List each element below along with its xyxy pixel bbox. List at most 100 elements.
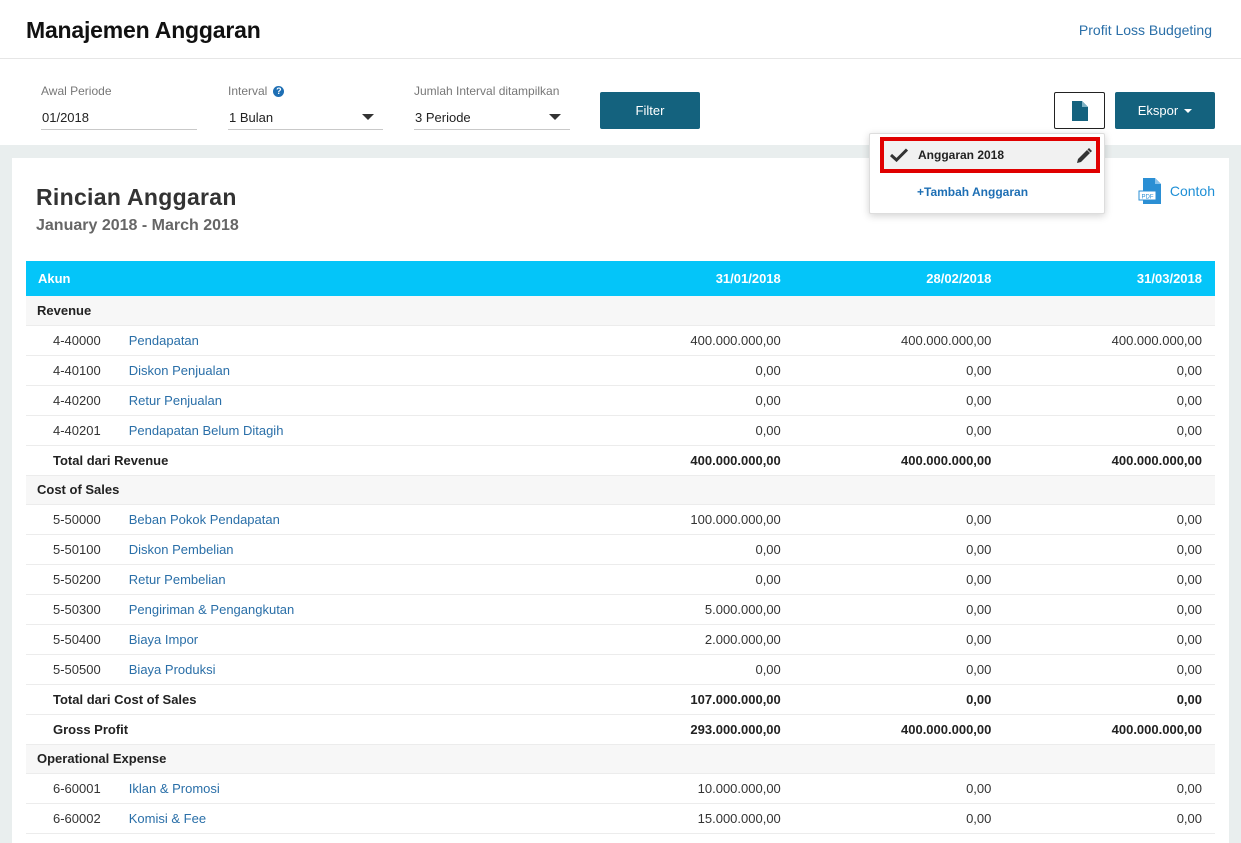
period-start-field[interactable]: Awal Periode 01/2018	[41, 83, 197, 130]
column-header-date: 28/02/2018	[926, 271, 992, 286]
value-cell: 0,00	[1004, 773, 1215, 804]
value-cell: 0,00	[1004, 654, 1215, 685]
value-cell: 0,00	[793, 773, 1005, 804]
value-cell: 10.000.000,00	[330, 773, 794, 804]
group-row-cost-of-sales: Cost of Sales	[26, 475, 1215, 505]
table-row: 5-50500 Biaya Produksi 0,00 0,00 0,00	[26, 654, 1215, 685]
gross-profit-value: 400.000.000,00	[1004, 713, 1215, 745]
total-label: Total dari Cost of Sales	[26, 683, 331, 715]
value-cell: 0,00	[1004, 355, 1215, 386]
value-cell: 0,00	[793, 504, 1005, 535]
report-card: Rincian Anggaran January 2018 - March 20…	[12, 158, 1229, 843]
export-label: Ekspor	[1137, 103, 1179, 118]
profit-loss-budgeting-link[interactable]: Profit Loss Budgeting	[1079, 22, 1212, 38]
add-budget-link[interactable]: +Tambah Anggaran	[917, 185, 1028, 199]
table-row: 5-50400 Biaya Impor 2.000.000,00 0,00 0,…	[26, 624, 1215, 655]
period-start-value: 01/2018	[42, 109, 89, 125]
value-cell: 0,00	[793, 564, 1005, 595]
pencil-icon[interactable]	[1076, 148, 1092, 164]
table-row: 4-40201 Pendapatan Belum Ditagih 0,00 0,…	[26, 415, 1215, 446]
account-name-link[interactable]: Pendapatan	[128, 325, 331, 356]
value-cell: 15.000.000,00	[330, 803, 794, 834]
group-label: Operational Expense	[26, 744, 1215, 774]
value-cell: 0,00	[793, 355, 1005, 386]
value-cell: 0,00	[1004, 594, 1215, 625]
interval-field[interactable]: Interval ? 1 Bulan	[228, 83, 383, 130]
interval-count-value: 3 Periode	[415, 109, 471, 125]
budget-option-selected[interactable]: Anggaran 2018	[880, 137, 1100, 173]
value-cell: 0,00	[330, 355, 794, 386]
table-row: 5-50000 Beban Pokok Pendapatan 100.000.0…	[26, 504, 1215, 535]
column-header-date: 31/01/2018	[715, 271, 781, 286]
account-code: 5-50500	[26, 654, 129, 685]
gross-profit-row: Gross Profit 293.000.000,00 400.000.000,…	[26, 713, 1215, 745]
total-value: 107.000.000,00	[330, 683, 794, 715]
page-title: Manajemen Anggaran	[26, 17, 261, 43]
group-row-operational-expense: Operational Expense	[26, 744, 1215, 774]
group-row-revenue: Revenue	[26, 296, 1215, 326]
gross-profit-value: 400.000.000,00	[793, 713, 1005, 745]
period-start-input[interactable]: 01/2018	[41, 105, 197, 130]
interval-count-field[interactable]: Jumlah Interval ditampilkan 3 Periode	[414, 83, 570, 130]
account-name-link[interactable]: Iklan & Promosi	[128, 773, 331, 804]
total-label: Total dari Revenue	[26, 444, 331, 476]
account-name-link[interactable]: Biaya Produksi	[128, 654, 331, 685]
report-title: Rincian Anggaran	[36, 184, 237, 210]
account-code: 6-60002	[26, 803, 129, 834]
table-row: 6-60001 Iklan & Promosi 10.000.000,00 0,…	[26, 773, 1215, 804]
sample-link-label: Contoh	[1169, 183, 1215, 199]
budget-select-button[interactable]	[1054, 92, 1105, 129]
account-name-link[interactable]: Diskon Penjualan	[128, 355, 331, 386]
account-name-link[interactable]: Beban Pokok Pendapatan	[128, 504, 331, 535]
chevron-down-icon	[362, 114, 374, 120]
value-cell: 0,00	[1004, 534, 1215, 565]
account-code: 4-40200	[26, 385, 129, 416]
gross-profit-value: 293.000.000,00	[330, 713, 794, 745]
top-bar: Manajemen Anggaran Profit Loss Budgeting	[0, 0, 1241, 59]
group-label: Revenue	[26, 296, 1215, 326]
interval-select[interactable]: 1 Bulan	[228, 105, 383, 130]
table-row: 4-40000 Pendapatan 400.000.000,00 400.00…	[26, 325, 1215, 356]
total-row-cost-of-sales: Total dari Cost of Sales 107.000.000,00 …	[26, 683, 1215, 715]
group-label: Cost of Sales	[26, 475, 1215, 505]
value-cell: 0,00	[793, 385, 1005, 416]
account-name-link[interactable]: Retur Penjualan	[128, 385, 331, 416]
total-value: 400.000.000,00	[330, 444, 794, 476]
table-row: 4-40100 Diskon Penjualan 0,00 0,00 0,00	[26, 355, 1215, 386]
total-value: 400.000.000,00	[793, 444, 1005, 476]
export-button[interactable]: Ekspor	[1115, 92, 1215, 129]
table-header: Akun 31/01/2018 28/02/2018 31/03/2018	[26, 261, 1215, 296]
account-name-link[interactable]: Komisi & Fee	[128, 803, 331, 834]
value-cell: 5.000.000,00	[330, 594, 794, 625]
chevron-down-icon	[1184, 108, 1193, 113]
value-cell: 0,00	[1004, 564, 1215, 595]
period-start-label: Awal Periode	[41, 84, 112, 98]
value-cell: 0,00	[793, 534, 1005, 565]
interval-count-select[interactable]: 3 Periode	[414, 105, 570, 130]
account-name-link[interactable]: Retur Pembelian	[128, 564, 331, 595]
interval-label: Interval	[228, 84, 268, 98]
value-cell: 0,00	[793, 624, 1005, 655]
account-name-link[interactable]: Biaya Impor	[128, 624, 331, 655]
account-code: 5-50200	[26, 564, 129, 595]
filter-button[interactable]: Filter	[600, 92, 700, 129]
total-value: 0,00	[793, 683, 1005, 715]
table-row: 6-60002 Komisi & Fee 15.000.000,00 0,00 …	[26, 803, 1215, 834]
check-icon	[890, 148, 908, 162]
account-code: 5-50100	[26, 534, 129, 565]
help-icon[interactable]: ?	[273, 85, 285, 97]
value-cell: 400.000.000,00	[1004, 325, 1215, 356]
account-code: 4-40100	[26, 355, 129, 386]
pdf-icon: PDF	[1138, 178, 1161, 204]
value-cell: 0,00	[330, 415, 794, 446]
account-name-link[interactable]: Pendapatan Belum Ditagih	[128, 415, 331, 446]
value-cell: 0,00	[1004, 415, 1215, 446]
table-row: 5-50100 Diskon Pembelian 0,00 0,00 0,00	[26, 534, 1215, 565]
account-name-link[interactable]: Pengiriman & Pengangkutan	[128, 594, 331, 625]
account-code: 4-40000	[26, 325, 129, 356]
sample-pdf-link[interactable]: PDF Contoh	[1138, 178, 1215, 204]
account-name-link[interactable]: Diskon Pembelian	[128, 534, 331, 565]
column-header-date: 31/03/2018	[1136, 271, 1202, 286]
table-row: 4-40200 Retur Penjualan 0,00 0,00 0,00	[26, 385, 1215, 416]
budget-option-label: Anggaran 2018	[918, 148, 1005, 162]
